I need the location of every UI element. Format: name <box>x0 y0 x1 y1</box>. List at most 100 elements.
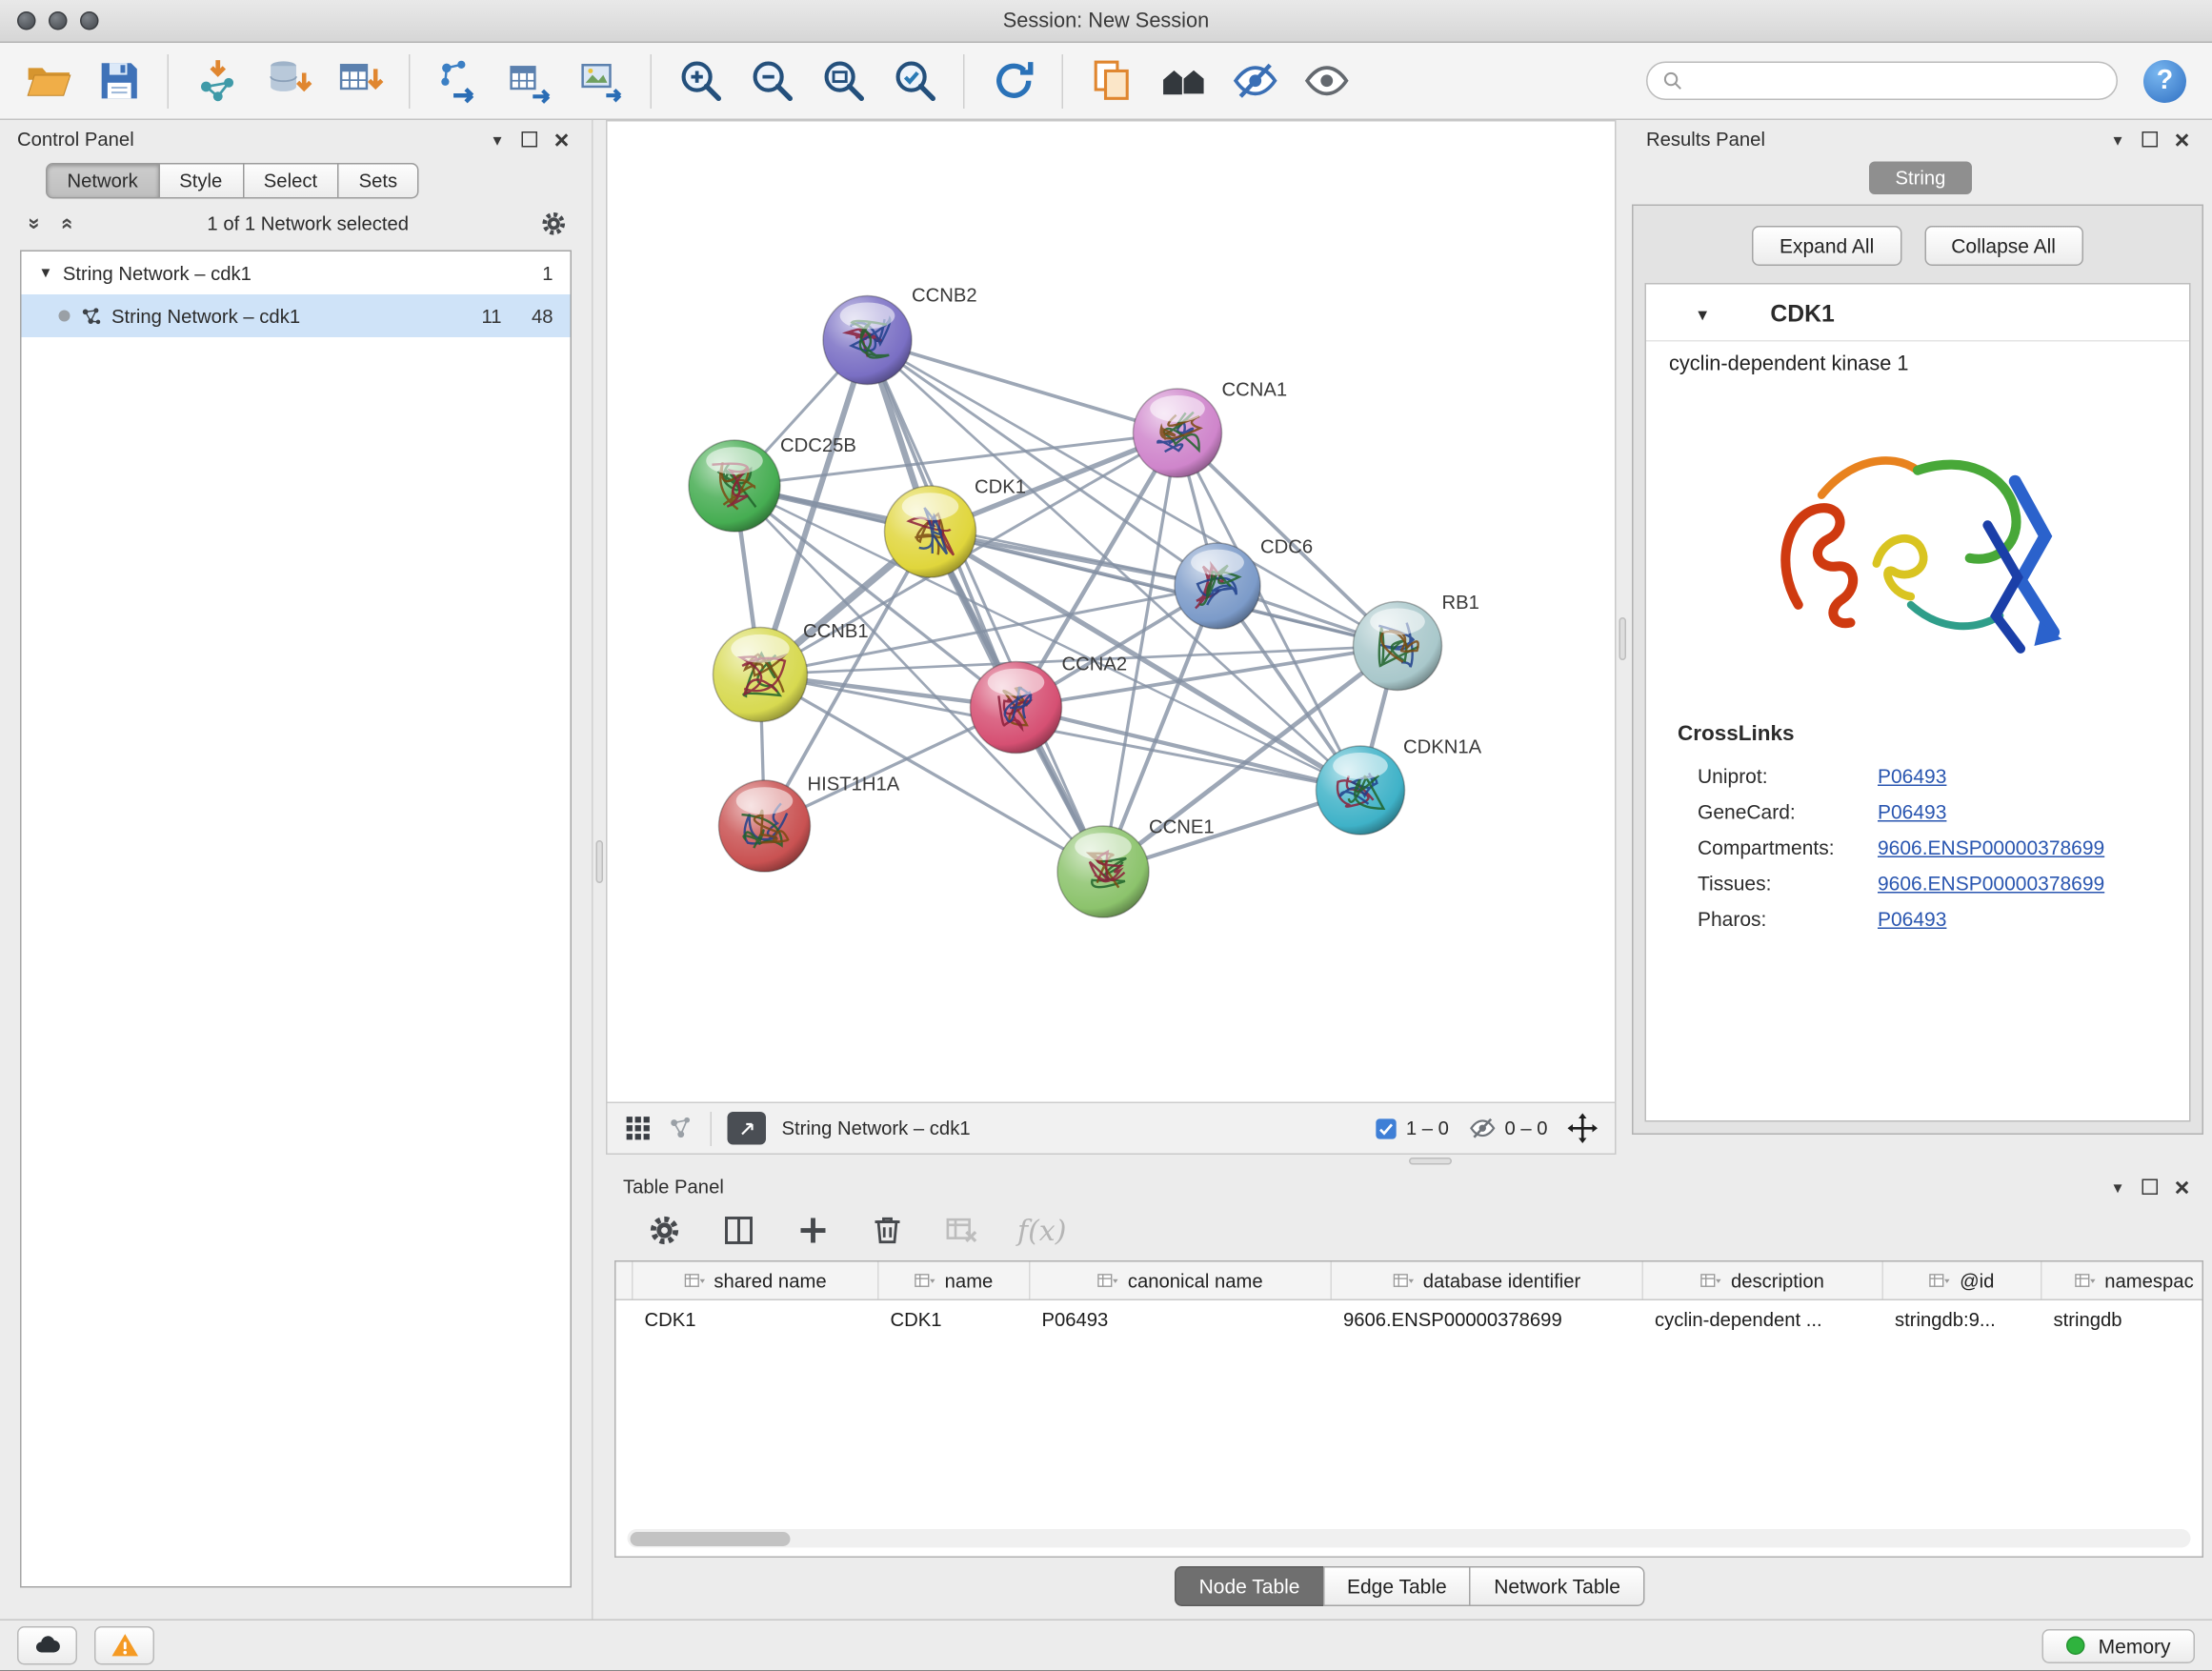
table-cell[interactable]: CDK1 <box>633 1308 879 1330</box>
table-options-gear-icon[interactable] <box>646 1212 683 1249</box>
hide-selected-button[interactable] <box>1222 50 1288 112</box>
network-edge[interactable] <box>868 340 1104 872</box>
apply-layout-button[interactable] <box>980 50 1046 112</box>
crosslink-link[interactable]: 9606.ENSP00000378699 <box>1878 836 2104 858</box>
import-network-file-button[interactable] <box>185 50 251 112</box>
collapse-all-icon[interactable]: » <box>22 211 47 234</box>
expand-all-icon[interactable]: » <box>53 211 78 234</box>
control-panel-close-button[interactable]: × <box>549 128 574 151</box>
column-type-icon <box>1930 1273 1952 1289</box>
export-table-button[interactable] <box>497 50 563 112</box>
table-cell[interactable]: 9606.ENSP00000378699 <box>1332 1308 1643 1330</box>
show-all-button[interactable] <box>1294 50 1359 112</box>
home-view-button[interactable] <box>1151 50 1217 112</box>
results-panel-maximize-button[interactable] <box>2142 131 2159 148</box>
protein-section-header[interactable]: ▼ CDK1 <box>1646 285 2189 342</box>
duplicate-network-button[interactable] <box>1079 50 1145 112</box>
table-panel-title: Table Panel <box>623 1177 724 1198</box>
table-cell[interactable]: stringdb <box>2042 1308 2204 1330</box>
delete-column-trash-icon[interactable] <box>869 1212 906 1249</box>
column-header--id[interactable]: @id <box>1883 1262 2042 1299</box>
table-panel-maximize-button[interactable] <box>2142 1179 2159 1196</box>
collapse-section-icon[interactable]: ▼ <box>1695 307 1710 324</box>
search-input[interactable] <box>1694 70 2102 92</box>
create-column-plus-icon[interactable] <box>794 1212 832 1249</box>
gear-icon[interactable] <box>539 208 570 238</box>
memory-button[interactable]: Memory <box>2042 1629 2195 1663</box>
results-panel-close-button[interactable]: × <box>2169 128 2195 151</box>
tab-sets[interactable]: Sets <box>337 163 419 199</box>
table-horizontal-scrollbar[interactable] <box>628 1529 2191 1548</box>
overview-toggle-icon[interactable] <box>668 1115 695 1142</box>
selection-mode-button[interactable] <box>728 1112 767 1145</box>
network-collection-row[interactable]: ▼ String Network – cdk1 1 <box>22 252 571 294</box>
open-session-button[interactable] <box>14 50 80 112</box>
table-cell[interactable]: CDK1 <box>879 1308 1031 1330</box>
table-cell[interactable]: P06493 <box>1031 1308 1333 1330</box>
disclosure-triangle-icon[interactable]: ▼ <box>39 265 53 281</box>
new-network-from-selection-button[interactable] <box>426 50 492 112</box>
tab-network[interactable]: Network <box>46 163 159 199</box>
column-header-shared-name[interactable]: shared name <box>633 1262 879 1299</box>
import-table-button[interactable] <box>328 50 393 112</box>
import-network-database-button[interactable] <box>256 50 322 112</box>
table-row[interactable]: CDK1CDK1P064939606.ENSP00000378699cyclin… <box>616 1300 2202 1338</box>
hidden-eye-slash-icon[interactable] <box>1469 1115 1497 1142</box>
zoom-fit-button[interactable] <box>811 50 876 112</box>
tab-node-table[interactable]: Node Table <box>1175 1566 1324 1606</box>
import-network-database-icon <box>265 57 312 105</box>
tab-edge-table[interactable]: Edge Table <box>1322 1566 1471 1606</box>
crosslink-link[interactable]: P06493 <box>1878 907 1946 930</box>
column-header-canonical-name[interactable]: canonical name <box>1031 1262 1333 1299</box>
collapse-all-button[interactable]: Collapse All <box>1924 226 2083 266</box>
minimize-window-button[interactable] <box>49 11 68 30</box>
horizontal-splitter[interactable] <box>606 1155 2212 1168</box>
zoom-in-button[interactable] <box>668 50 734 112</box>
tab-string[interactable]: String <box>1870 162 1972 195</box>
zoom-selected-button[interactable] <box>882 50 948 112</box>
scrollbar-thumb[interactable] <box>631 1532 791 1546</box>
selected-checkbox-icon[interactable] <box>1375 1117 1398 1139</box>
network-edge[interactable] <box>1016 708 1361 791</box>
warnings-button[interactable] <box>94 1626 154 1665</box>
network-edge[interactable] <box>868 340 1178 433</box>
tab-network-table[interactable]: Network Table <box>1470 1566 1645 1606</box>
splitter-handle[interactable] <box>596 840 604 883</box>
network-canvas[interactable]: CCNB2CCNA1CDC25BCDK1CDC6RB1CCNB1CCNA2CDK… <box>608 122 1616 1102</box>
control-panel-float-button[interactable]: ▾ <box>485 130 511 150</box>
tab-style[interactable]: Style <box>158 163 244 199</box>
table-cell[interactable]: stringdb:9... <box>1883 1308 2042 1330</box>
crosslink-link[interactable]: P06493 <box>1878 799 1946 822</box>
export-image-button[interactable] <box>569 50 634 112</box>
results-panel-float-button[interactable]: ▾ <box>2105 130 2131 150</box>
cloud-status-button[interactable] <box>17 1626 77 1665</box>
crosslink-link[interactable]: P06493 <box>1878 764 1946 787</box>
left-splitter[interactable] <box>593 120 607 1620</box>
right-splitter[interactable] <box>1617 120 1630 1155</box>
save-session-button[interactable] <box>86 50 151 112</box>
fit-content-crosshair-icon[interactable] <box>1568 1114 1599 1144</box>
column-header-description[interactable]: description <box>1643 1262 1883 1299</box>
current-network-bullet-icon <box>59 311 70 322</box>
import-network-file-icon <box>193 57 241 105</box>
column-header-database-identifier[interactable]: database identifier <box>1332 1262 1643 1299</box>
edge-count: 48 <box>522 305 553 327</box>
splitter-handle[interactable] <box>1619 616 1627 659</box>
zoom-out-button[interactable] <box>739 50 805 112</box>
control-panel-maximize-button[interactable] <box>522 131 538 148</box>
zoom-window-button[interactable] <box>80 11 99 30</box>
table-panel-close-button[interactable]: × <box>2169 1176 2195 1198</box>
select-columns-icon[interactable] <box>720 1212 757 1249</box>
close-window-button[interactable] <box>17 11 36 30</box>
tab-select[interactable]: Select <box>242 163 338 199</box>
grid-mode-icon[interactable] <box>625 1115 653 1142</box>
network-row-selected[interactable]: String Network – cdk1 11 48 <box>22 294 571 337</box>
crosslink-link[interactable]: 9606.ENSP00000378699 <box>1878 871 2104 894</box>
column-header-namespac[interactable]: namespac <box>2042 1262 2204 1299</box>
column-header-name[interactable]: name <box>879 1262 1031 1299</box>
splitter-handle[interactable] <box>1409 1158 1452 1165</box>
table-panel-float-button[interactable]: ▾ <box>2105 1177 2131 1197</box>
table-cell[interactable]: cyclin-dependent ... <box>1643 1308 1883 1330</box>
expand-all-button[interactable]: Expand All <box>1752 226 1900 266</box>
help-button[interactable]: ? <box>2143 59 2186 102</box>
